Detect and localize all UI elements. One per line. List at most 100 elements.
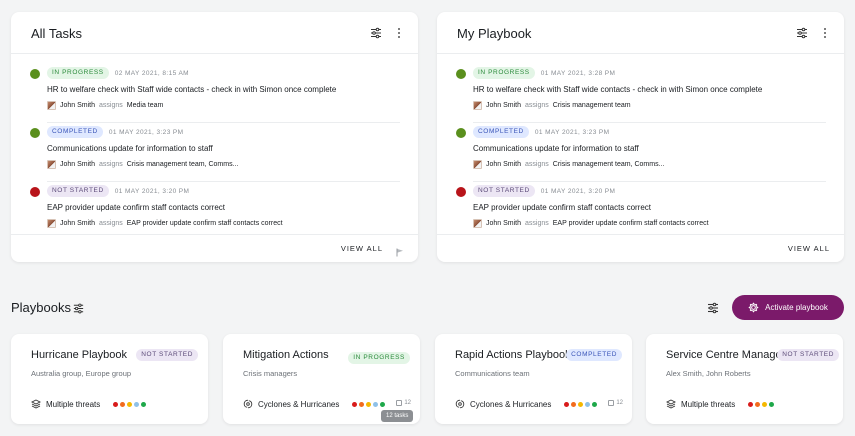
cyclone-icon	[455, 399, 465, 409]
panel-footer: VIEW ALL	[437, 234, 844, 262]
task-verb: assigns	[525, 219, 549, 227]
playbook-title: Hurricane Playbook	[31, 349, 127, 361]
status-badge: COMPLETED	[47, 126, 103, 138]
avatar	[47, 159, 56, 169]
status-badge: COMPLETED	[566, 349, 622, 361]
filter-icon[interactable]	[706, 301, 720, 315]
view-all-link[interactable]: VIEW ALL	[788, 244, 830, 253]
cyclone-icon	[243, 399, 253, 409]
severity-dots	[113, 401, 147, 407]
status-badge: IN PROGRESS	[348, 352, 410, 364]
playbook-card[interactable]: Hurricane Playbook NOT STARTED Australia…	[11, 334, 208, 424]
task-title[interactable]: Communications update for information to…	[473, 144, 639, 153]
task-assigner: John Smith	[60, 160, 96, 168]
status-badge: IN PROGRESS	[473, 67, 535, 79]
my-playbook-panel: My Playbook IN PROGRESS 01 MAY 2021, 3:28…	[437, 12, 844, 262]
status-badge: NOT STARTED	[777, 349, 839, 361]
task-count-value: 12	[616, 400, 623, 406]
filter-icon[interactable]	[795, 26, 809, 40]
panel-header: All Tasks	[11, 12, 418, 54]
severity-dots	[564, 401, 598, 407]
playbook-groups: Communications team	[455, 369, 530, 378]
section-title: Playbooks	[11, 300, 71, 315]
task-timestamp: 01 MAY 2021, 3:20 PM	[540, 187, 616, 195]
task-title[interactable]: EAP provider update confirm staff contac…	[473, 203, 651, 212]
task-timestamp: 01 MAY 2021, 3:20 PM	[114, 187, 190, 195]
playbook-groups: Australia group, Europe group	[31, 369, 132, 378]
playbook-groups: Crisis managers	[243, 369, 298, 378]
gear-icon	[748, 302, 759, 313]
status-badge: NOT STARTED	[473, 185, 535, 197]
task-count-icon	[396, 400, 403, 406]
task-list: IN PROGRESS 02 MAY 2021, 8:15 AM HR to we…	[11, 64, 418, 241]
panel-title: My Playbook	[457, 26, 532, 41]
status-dot	[30, 128, 40, 138]
task-item[interactable]: IN PROGRESS 01 MAY 2021, 3:28 PM HR to we…	[437, 64, 844, 123]
status-dot	[30, 187, 40, 197]
task-verb: assigns	[525, 160, 549, 168]
avatar	[473, 218, 482, 228]
threat-label: Cyclones & Hurricanes	[470, 399, 552, 409]
task-timestamp: 01 MAY 2021, 3:23 PM	[534, 128, 610, 136]
activate-playbook-label: Activate playbook	[765, 303, 828, 312]
task-assigner: John Smith	[486, 101, 522, 109]
task-assignees: Media team	[126, 101, 164, 109]
task-item[interactable]: NOT STARTED 01 MAY 2021, 3:20 PM EAP prov…	[437, 182, 844, 241]
task-list: IN PROGRESS 01 MAY 2021, 3:28 PM HR to we…	[437, 64, 844, 241]
task-count: 12	[608, 400, 623, 406]
panel-footer: VIEW ALL	[11, 234, 418, 262]
threat-label: Cyclones & Hurricanes	[258, 399, 340, 409]
task-assigner: John Smith	[486, 160, 522, 168]
severity-dots	[748, 401, 775, 407]
task-verb: assigns	[99, 101, 123, 109]
status-badge: NOT STARTED	[136, 349, 198, 361]
task-assignees: EAP provider update confirm staff contac…	[552, 219, 709, 227]
task-assigner: John Smith	[60, 219, 96, 227]
status-badge: NOT STARTED	[47, 185, 109, 197]
more-vertical-icon[interactable]	[395, 26, 403, 40]
task-timestamp: 02 MAY 2021, 8:15 AM	[114, 69, 189, 77]
task-item[interactable]: COMPLETED 01 MAY 2021, 3:23 PM Communicat…	[11, 123, 418, 182]
avatar	[47, 100, 56, 110]
playbook-card[interactable]: Rapid Actions Playbook COMPLETED Communi…	[435, 334, 632, 424]
task-assigner: John Smith	[486, 219, 522, 227]
layers-icon	[31, 399, 41, 409]
task-assignees: EAP provider update confirm staff contac…	[126, 219, 283, 227]
task-title[interactable]: Communications update for information to…	[47, 144, 213, 153]
flag-icon[interactable]	[396, 244, 404, 257]
avatar	[47, 218, 56, 228]
task-assignees: Crisis management team, Comms...	[126, 160, 239, 168]
filter-icon[interactable]	[369, 26, 383, 40]
avatar	[473, 100, 482, 110]
filter-icon[interactable]	[72, 302, 85, 315]
severity-dots	[352, 401, 386, 407]
task-title[interactable]: HR to welfare check with Staff wide cont…	[473, 85, 762, 94]
playbook-title: Rapid Actions Playbook	[455, 349, 571, 361]
panel-header: My Playbook	[437, 12, 844, 54]
task-assignees: Crisis management team	[552, 101, 631, 109]
activate-playbook-button[interactable]: Activate playbook	[732, 295, 844, 320]
task-assigner: John Smith	[60, 101, 96, 109]
task-title[interactable]: HR to welfare check with Staff wide cont…	[47, 85, 336, 94]
task-count-icon	[608, 400, 615, 406]
task-item[interactable]: IN PROGRESS 02 MAY 2021, 8:15 AM HR to we…	[11, 64, 418, 123]
threat-label: Multiple threats	[681, 399, 736, 409]
task-timestamp: 01 MAY 2021, 3:28 PM	[540, 69, 616, 77]
status-dot	[30, 69, 40, 79]
avatar	[473, 159, 482, 169]
status-dot	[456, 187, 466, 197]
playbook-card[interactable]: Service Centre Manager NOT STARTED Alex …	[646, 334, 843, 424]
task-item[interactable]: COMPLETED 01 MAY 2021, 3:23 PM Communicat…	[437, 123, 844, 182]
task-timestamp: 01 MAY 2021, 3:23 PM	[108, 128, 184, 136]
task-assignees: Crisis management team, Comms...	[552, 160, 665, 168]
playbook-groups: Alex Smith, John Roberts	[666, 369, 751, 378]
task-title[interactable]: EAP provider update confirm staff contac…	[47, 203, 225, 212]
view-all-link[interactable]: VIEW ALL	[341, 244, 383, 253]
all-tasks-panel: All Tasks IN PROGRESS 02 MAY 2021, 8:15 A…	[11, 12, 418, 262]
task-count-value: 12	[404, 400, 411, 406]
status-badge: IN PROGRESS	[47, 67, 109, 79]
task-item[interactable]: NOT STARTED 01 MAY 2021, 3:20 PM EAP prov…	[11, 182, 418, 241]
threat-label: Multiple threats	[46, 399, 101, 409]
panel-title: All Tasks	[31, 26, 83, 41]
more-vertical-icon[interactable]	[821, 26, 829, 40]
